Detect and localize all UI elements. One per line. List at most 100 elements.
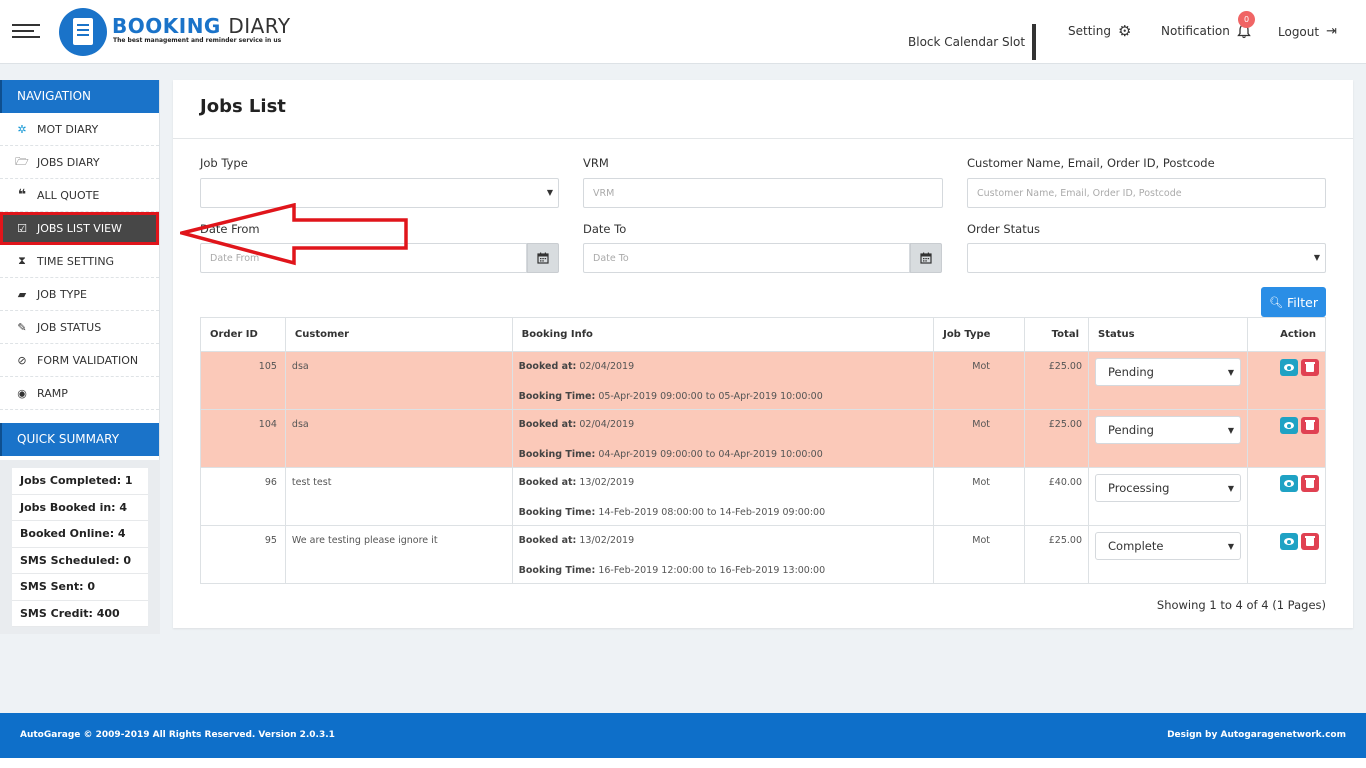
notification-link[interactable]: Notification bbox=[1161, 24, 1251, 39]
col-job-type[interactable]: Job Type bbox=[933, 317, 1026, 352]
sidebar-item-label: ALL QUOTE bbox=[37, 188, 100, 202]
sidebar-item-label: JOB TYPE bbox=[37, 287, 87, 301]
total-cell: £40.00 bbox=[1024, 467, 1089, 526]
brand-title[interactable]: BOOKING DIARY bbox=[112, 14, 291, 38]
col-customer[interactable]: Customer bbox=[284, 317, 513, 352]
sidebar-item-label: JOB STATUS bbox=[37, 320, 102, 334]
quick-summary-heading: QUICK SUMMARY bbox=[0, 423, 159, 456]
sidebar-item-label: JOBS LIST VIEW bbox=[37, 222, 122, 235]
sidebar-item-form-validation[interactable]: ⊘ FORM VALIDATION bbox=[0, 344, 159, 377]
logo-book-icon bbox=[73, 18, 93, 45]
delete-button[interactable] bbox=[1301, 417, 1319, 434]
order-id-cell: 105 bbox=[200, 351, 286, 410]
vrm-label: VRM bbox=[583, 156, 609, 170]
sidebar-item-label: JOBS DIARY bbox=[37, 155, 100, 169]
view-button[interactable] bbox=[1280, 533, 1298, 550]
copyright-text: AutoGarage © 2009-2019 All Rights Reserv… bbox=[20, 730, 335, 740]
top-header: BOOKING DIARY The best management and re… bbox=[0, 0, 1366, 64]
delete-button[interactable] bbox=[1301, 359, 1319, 376]
view-button[interactable] bbox=[1280, 359, 1298, 376]
delete-button[interactable] bbox=[1301, 533, 1319, 550]
designer-credit-link[interactable]: Design by Autogaragenetwork.com bbox=[1167, 730, 1346, 740]
sidebar-item-jobs-list-view[interactable]: ☑ JOBS LIST VIEW bbox=[0, 212, 159, 245]
page-title: Jobs List bbox=[200, 96, 286, 117]
col-action: Action bbox=[1246, 317, 1327, 352]
status-value: Complete bbox=[1108, 539, 1164, 553]
customer-search-input[interactable] bbox=[967, 178, 1326, 208]
status-cell: Pending ▼ bbox=[1088, 351, 1248, 410]
status-select[interactable]: Pending ▼ bbox=[1095, 416, 1241, 444]
sidebar-item-mot-diary[interactable]: ✲ MOT DIARY bbox=[0, 113, 159, 146]
status-select[interactable]: Processing ▼ bbox=[1095, 474, 1241, 502]
total-cell: £25.00 bbox=[1024, 525, 1089, 584]
brand-secondary: DIARY bbox=[228, 14, 291, 38]
table-row: 95 We are testing please ignore it Booke… bbox=[200, 525, 1327, 584]
job-type-cell: Mot bbox=[933, 467, 1026, 526]
sidebar-item-job-status[interactable]: ✎ JOB STATUS bbox=[0, 311, 159, 344]
booked-at-label: Booked at: bbox=[518, 535, 577, 546]
status-select[interactable]: Complete ▼ bbox=[1095, 532, 1241, 560]
action-cell bbox=[1246, 409, 1327, 468]
setting-link[interactable]: Setting ⚙ bbox=[1068, 24, 1131, 39]
summary-sms-credit: SMS Credit: 400 bbox=[12, 600, 148, 627]
col-order-id[interactable]: Order ID bbox=[200, 317, 286, 352]
summary-sms-sent: SMS Sent: 0 bbox=[12, 574, 148, 601]
booking-info-cell: Booked at: 02/04/2019 Booking Time: 04-A… bbox=[511, 409, 935, 468]
status-cell: Processing ▼ bbox=[1088, 467, 1248, 526]
col-booking-info[interactable]: Booking Info bbox=[511, 317, 935, 352]
trash-icon bbox=[1305, 478, 1315, 488]
bottom-strip bbox=[0, 758, 1366, 768]
pagination-info: Showing 1 to 4 of 4 (1 Pages) bbox=[1156, 598, 1326, 612]
delete-button[interactable] bbox=[1301, 475, 1319, 492]
job-type-cell: Mot bbox=[933, 351, 1026, 410]
sidebar-item-label: TIME SETTING bbox=[37, 254, 115, 268]
sidebar-item-jobs-diary[interactable]: 🗁 JOBS DIARY bbox=[0, 146, 159, 179]
caret-down-icon: ▼ bbox=[1227, 484, 1234, 493]
sidebar-item-ramp[interactable]: ◉ RAMP bbox=[0, 377, 159, 410]
sidebar-item-label: MOT DIARY bbox=[37, 122, 99, 136]
date-from-calendar-button[interactable] bbox=[527, 243, 559, 273]
summary-booked-online: Booked Online: 4 bbox=[12, 521, 148, 548]
view-button[interactable] bbox=[1280, 475, 1298, 492]
col-total[interactable]: Total bbox=[1024, 317, 1089, 352]
view-button[interactable] bbox=[1280, 417, 1298, 434]
sidebar-item-label: RAMP bbox=[37, 386, 68, 400]
menu-toggle-icon[interactable] bbox=[12, 24, 40, 40]
annotation-arrow-icon bbox=[180, 203, 408, 266]
caret-down-icon: ▼ bbox=[1227, 542, 1234, 551]
logout-link[interactable]: Logout ⇥ bbox=[1278, 24, 1337, 39]
setting-label: Setting bbox=[1068, 24, 1111, 38]
order-status-select[interactable]: ▼ bbox=[967, 243, 1326, 273]
caret-down-icon: ▼ bbox=[1227, 426, 1234, 435]
booking-info-cell: Booked at: 13/02/2019 Booking Time: 14-F… bbox=[511, 467, 935, 526]
summary-jobs-booked: Jobs Booked in: 4 bbox=[12, 494, 148, 521]
booking-time-label: Booking Time: bbox=[518, 449, 596, 460]
date-to-calendar-button[interactable] bbox=[910, 243, 942, 273]
status-select[interactable]: Pending ▼ bbox=[1095, 358, 1241, 386]
sidebar-item-job-type[interactable]: ▰ JOB TYPE bbox=[0, 278, 159, 311]
quote-icon: ❝ bbox=[17, 187, 27, 203]
divider bbox=[173, 138, 1353, 139]
trash-icon bbox=[1305, 536, 1315, 546]
job-type-cell: Mot bbox=[933, 525, 1026, 584]
status-value: Pending bbox=[1108, 423, 1154, 437]
notification-badge: 0 bbox=[1238, 11, 1255, 28]
sign-out-icon: ⇥ bbox=[1326, 24, 1337, 39]
customer-cell: test test bbox=[284, 467, 513, 526]
summary-jobs-completed: Jobs Completed: 1 bbox=[12, 468, 148, 495]
sidebar-item-time-setting[interactable]: ⧗ TIME SETTING bbox=[0, 245, 159, 278]
col-status[interactable]: Status bbox=[1088, 317, 1248, 352]
order-id-cell: 96 bbox=[200, 467, 286, 526]
brand-tagline: The best management and reminder service… bbox=[113, 37, 282, 44]
booking-info-cell: Booked at: 02/04/2019 Booking Time: 05-A… bbox=[511, 351, 935, 410]
briefcase-icon: ▰ bbox=[17, 287, 27, 301]
status-value: Processing bbox=[1108, 481, 1170, 495]
sidebar-item-all-quote[interactable]: ❝ ALL QUOTE bbox=[0, 179, 159, 212]
table-row: 104 dsa Booked at: 02/04/2019 Booking Ti… bbox=[200, 409, 1327, 468]
date-to-input[interactable] bbox=[583, 243, 910, 273]
block-calendar-link[interactable]: Block Calendar Slot bbox=[908, 24, 1037, 60]
filter-button[interactable]: 🔍︎ Filter bbox=[1261, 287, 1326, 317]
order-id-cell: 104 bbox=[200, 409, 286, 468]
booked-at-value: 13/02/2019 bbox=[579, 535, 635, 546]
vrm-input[interactable] bbox=[583, 178, 943, 208]
